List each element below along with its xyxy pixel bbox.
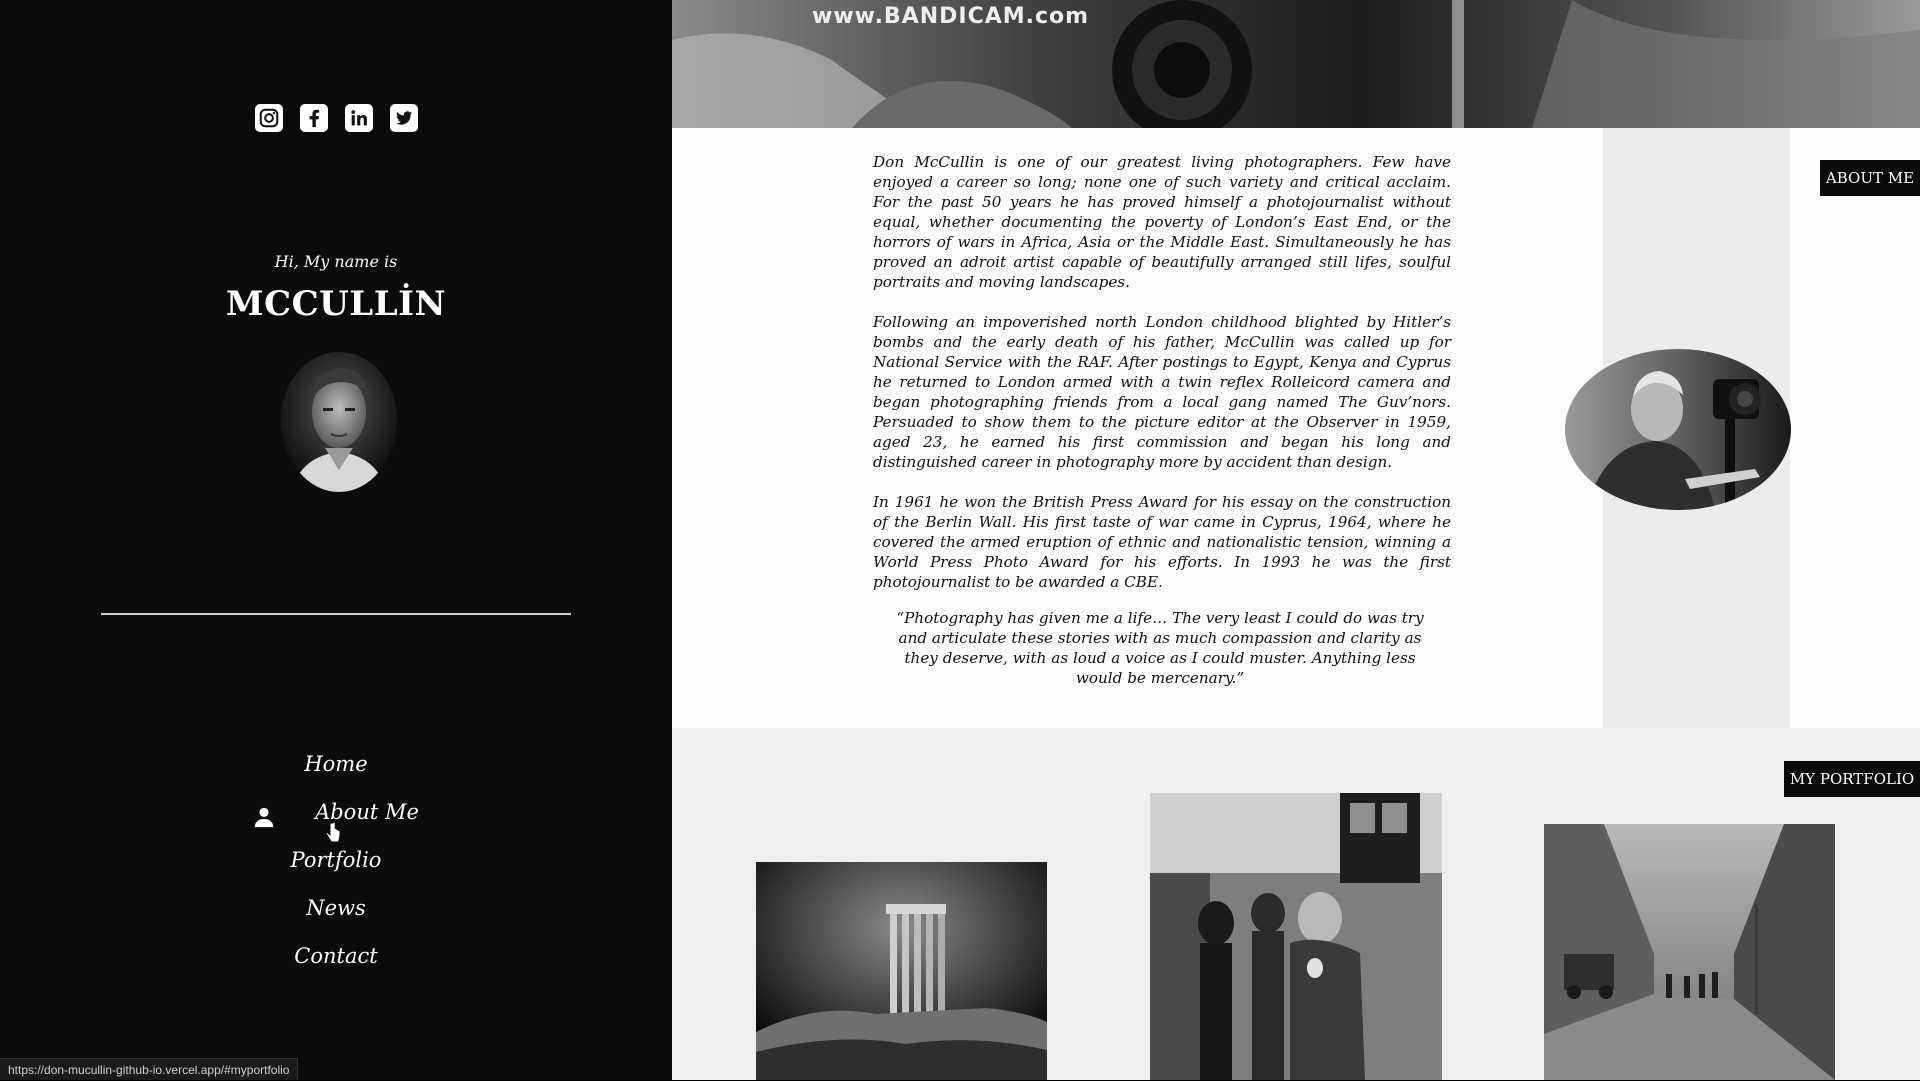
instagram-icon[interactable]	[254, 104, 283, 132]
nav-item-contact[interactable]: Contact	[294, 932, 377, 980]
facebook-icon[interactable]	[299, 104, 328, 132]
hero-image: www.BANDICAM.com	[672, 0, 1920, 128]
about-me-badge: ABOUT ME	[1820, 160, 1920, 196]
status-bar-url: https://don-mucullin-github-io.vercel.ap…	[0, 1058, 299, 1080]
my-portfolio-badge: MY PORTFOLIO	[1784, 761, 1920, 797]
nav-item-label: Home	[304, 752, 368, 776]
social-links	[0, 104, 672, 132]
about-bio: Don McCullin is one of our greatest livi…	[873, 152, 1451, 612]
avatar-portrait	[281, 352, 397, 492]
main-content: www.BANDICAM.com Don McCullin is one of …	[672, 0, 1920, 1080]
avatar	[281, 352, 397, 492]
twitter-icon[interactable]	[389, 104, 418, 132]
nav-item-label: Contact	[294, 944, 378, 968]
about-portrait	[1565, 349, 1791, 510]
instagram-glyph	[259, 108, 278, 128]
linkedin-glyph	[350, 110, 367, 126]
nav-item-label: Portfolio	[290, 848, 382, 872]
portfolio-thumb-children[interactable]	[1150, 793, 1442, 1080]
hand-cursor-icon	[325, 822, 341, 843]
about-right-panel	[1790, 128, 1920, 728]
twitter-glyph	[395, 111, 412, 125]
portfolio-thumb-street[interactable]	[1544, 824, 1835, 1080]
facebook-glyph	[309, 109, 319, 128]
sidebar-nav: Home About Me Portfolio News Contact	[0, 740, 672, 980]
sidebar-divider	[101, 613, 571, 615]
bio-paragraph: Following an impoverished north London c…	[873, 313, 1451, 471]
watermark-text: www.BANDICAM.com	[812, 4, 1090, 29]
bio-paragraph: Don McCullin is one of our greatest livi…	[873, 153, 1451, 291]
nav-item-label: News	[306, 896, 366, 920]
about-quote: “Photography has given me a life… The ve…	[896, 609, 1424, 687]
greeting-text: Hi, My name is	[274, 252, 398, 271]
about-photo	[1565, 349, 1791, 510]
linkedin-icon[interactable]	[344, 104, 373, 132]
profile-name: MCCULLİN	[225, 284, 447, 324]
user-icon	[253, 801, 275, 828]
portfolio-thumb-ruins[interactable]	[756, 862, 1047, 1080]
nav-item-home[interactable]: Home	[304, 740, 367, 788]
bio-paragraph: In 1961 he won the British Press Award f…	[873, 493, 1451, 591]
sidebar: Hi, My name is MCCULLİN Home About Me Po…	[0, 0, 672, 1080]
nav-item-news[interactable]: News	[306, 884, 366, 932]
